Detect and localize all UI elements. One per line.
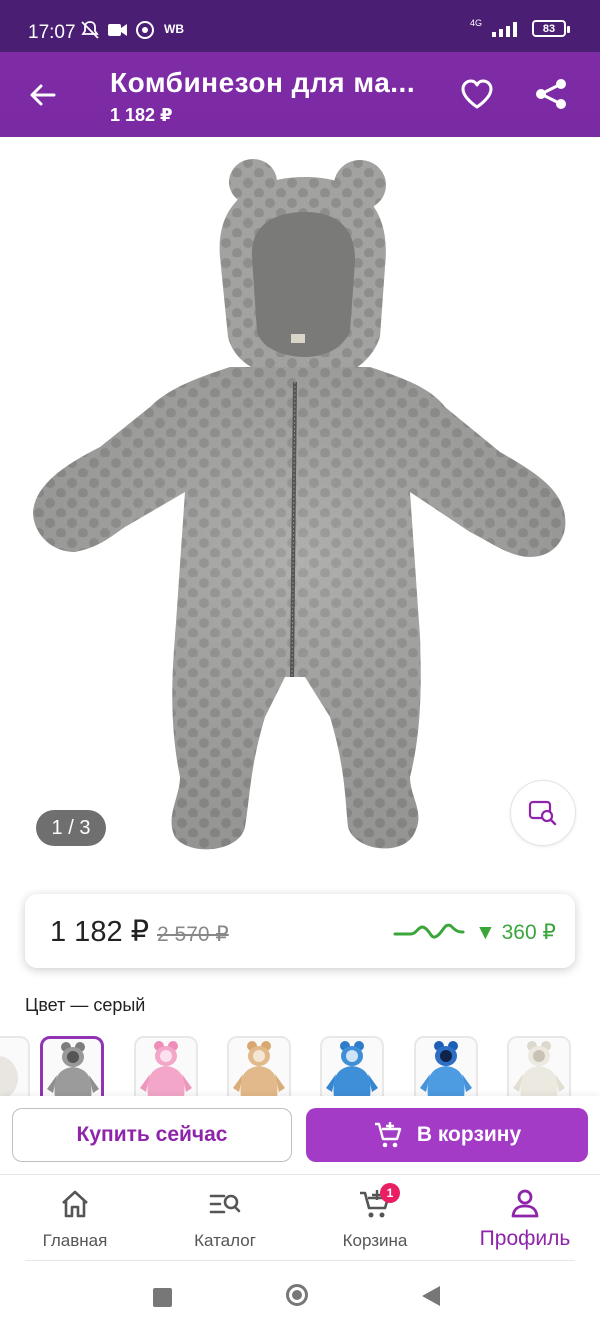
swatch-blue-image [326, 1041, 378, 1096]
cart-icon-wrap: 1 [358, 1183, 400, 1221]
swatch-white-image [513, 1041, 565, 1096]
video-icon [108, 24, 127, 36]
status-time: 17:07 [28, 22, 76, 43]
header-price: 1 182 ₽ [110, 105, 173, 125]
status-bar: 17:07 WB 4G 83 [0, 0, 600, 52]
nav-home-label: Главная [42, 1231, 108, 1250]
bottom-navigation: Главная Каталог 1 Корзина Профиль [0, 1174, 600, 1263]
price-card[interactable]: 1 182 ₽ 2 570 ₽ ▼ 360 ₽ [25, 894, 575, 968]
nav-catalog[interactable]: Каталог [160, 1175, 290, 1263]
swatch-partial[interactable] [0, 1036, 30, 1096]
current-price: 1 182 ₽ [50, 916, 150, 948]
recents-button[interactable] [153, 1288, 172, 1307]
signal-icon [492, 21, 517, 37]
cart-badge: 1 [380, 1183, 400, 1203]
swatch-pink-image [140, 1041, 192, 1096]
nav-cart-label: Корзина [342, 1231, 408, 1250]
network-label: 4G [469, 17, 482, 28]
swatch-light-blue[interactable] [414, 1036, 478, 1096]
wb-status-label: WB [164, 22, 184, 36]
product-title: Комбинезон для ма... [110, 67, 416, 98]
product-image[interactable] [0, 137, 600, 867]
add-to-cart-icon [374, 1122, 402, 1148]
nav-cart[interactable]: 1 Корзина [310, 1175, 440, 1263]
bell-off-icon [81, 21, 99, 39]
nav-profile[interactable]: Профиль [460, 1175, 590, 1263]
app-header: Комбинезон для ма... 1 182 ₽ [0, 52, 600, 137]
buy-now-button[interactable]: Купить сейчас [12, 1108, 292, 1162]
nav-divider [25, 1260, 575, 1261]
back-arrow-icon[interactable] [28, 80, 58, 110]
swatch-beige[interactable] [227, 1036, 291, 1096]
battery-icon: 83 [532, 20, 570, 37]
system-navigation-bar [0, 1262, 600, 1332]
home-button[interactable] [286, 1284, 308, 1306]
add-to-cart-button[interactable]: В корзину [306, 1108, 588, 1162]
old-price: 2 570 ₽ [157, 923, 229, 946]
image-search-icon [528, 800, 557, 826]
home-icon [62, 1190, 88, 1218]
nav-catalog-label: Каталог [194, 1231, 256, 1250]
back-button[interactable] [422, 1286, 440, 1306]
swatch-white[interactable] [507, 1036, 571, 1096]
price-drop: ▼ 360 ₽ [475, 921, 556, 944]
color-swatches [0, 1036, 600, 1096]
profile-icon [511, 1189, 539, 1218]
action-bar: Купить сейчас В корзину [0, 1096, 600, 1174]
product-image-gallery[interactable] [0, 137, 600, 867]
swatch-pink[interactable] [134, 1036, 198, 1096]
image-counter: 1 / 3 [36, 810, 106, 846]
image-search-button[interactable] [510, 780, 576, 846]
chrome-icon [136, 21, 154, 39]
nav-home[interactable]: Главная [10, 1175, 140, 1263]
favorite-heart-icon[interactable] [460, 78, 494, 110]
price-trend-icon [393, 923, 465, 939]
catalog-search-icon [209, 1194, 241, 1214]
battery-level: 83 [542, 22, 556, 35]
swatch-light-blue-image [420, 1041, 472, 1096]
color-label: Цвет — серый [25, 995, 146, 1015]
swatch-beige-image [233, 1041, 285, 1096]
add-to-cart-label: В корзину [416, 1123, 522, 1146]
status-right: 4G 83 [469, 17, 570, 37]
swatch-gray[interactable] [40, 1036, 104, 1096]
swatch-gray-image [47, 1042, 99, 1096]
share-icon[interactable] [534, 77, 568, 111]
nav-profile-label: Профиль [479, 1227, 571, 1250]
swatch-blue[interactable] [320, 1036, 384, 1096]
